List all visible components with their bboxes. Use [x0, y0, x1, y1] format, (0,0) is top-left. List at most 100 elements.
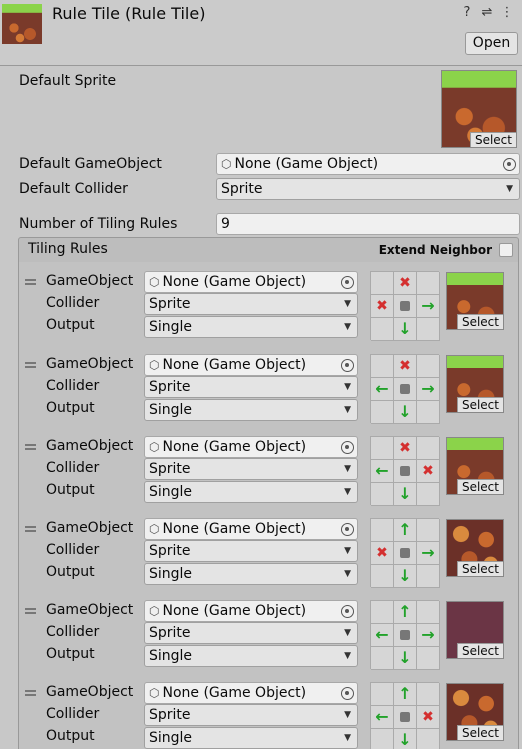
- neighbor-cell[interactable]: ←: [371, 624, 394, 647]
- rule-collider-dropdown[interactable]: Sprite ▼: [144, 458, 358, 480]
- rule-sprite-select-button[interactable]: Select: [456, 314, 503, 329]
- neighbor-cell[interactable]: ✖: [394, 355, 417, 378]
- neighbor-cell[interactable]: [371, 729, 394, 749]
- neighbor-cell[interactable]: ✖: [394, 272, 417, 295]
- object-picker-icon[interactable]: [341, 276, 354, 289]
- neighbor-cell[interactable]: [417, 318, 440, 341]
- rule-collider-dropdown[interactable]: Sprite ▼: [144, 376, 358, 398]
- neighbor-cell[interactable]: [417, 272, 440, 295]
- rule-gameobject-field[interactable]: ⬡ None (Game Object): [144, 271, 358, 293]
- rule-output-dropdown[interactable]: Single ▼: [144, 399, 358, 421]
- neighbor-cell[interactable]: [394, 460, 417, 483]
- default-sprite-field[interactable]: Select: [441, 70, 517, 148]
- neighbor-cell[interactable]: ←: [371, 460, 394, 483]
- more-icon[interactable]: ⋮: [500, 5, 514, 20]
- default-sprite-select-button[interactable]: Select: [469, 132, 516, 147]
- default-gameobject-field[interactable]: ⬡ None (Game Object): [216, 153, 520, 175]
- neighbor-cell[interactable]: [417, 683, 440, 706]
- neighbor-cell[interactable]: ↑: [394, 601, 417, 624]
- neighbor-cell[interactable]: ↓: [394, 483, 417, 506]
- default-collider-dropdown[interactable]: Sprite ▼: [216, 178, 520, 200]
- drag-handle-icon[interactable]: [25, 362, 36, 368]
- neighbor-cell[interactable]: ↓: [394, 318, 417, 341]
- neighbor-cell[interactable]: ✖: [371, 542, 394, 565]
- neighbor-cell[interactable]: [371, 272, 394, 295]
- neighbor-cell[interactable]: [417, 401, 440, 424]
- neighbor-cell[interactable]: ↓: [394, 401, 417, 424]
- drag-handle-icon[interactable]: [25, 279, 36, 285]
- neighbor-cell[interactable]: →: [417, 295, 440, 318]
- neighbor-cell[interactable]: [394, 295, 417, 318]
- neighbor-cell[interactable]: →: [417, 624, 440, 647]
- neighbor-cell[interactable]: ↑: [394, 683, 417, 706]
- drag-handle-icon[interactable]: [25, 444, 36, 450]
- open-button[interactable]: Open: [465, 32, 518, 55]
- rule-sprite-select-button[interactable]: Select: [456, 725, 503, 740]
- drag-handle-icon[interactable]: [25, 608, 36, 614]
- neighbor-cell[interactable]: [371, 647, 394, 670]
- object-picker-icon[interactable]: [341, 605, 354, 618]
- extend-neighbor-checkbox[interactable]: [499, 243, 513, 257]
- neighbor-cell[interactable]: [394, 706, 417, 729]
- rule-sprite-field[interactable]: Select: [446, 355, 504, 413]
- neighbor-cell[interactable]: [371, 437, 394, 460]
- neighbor-cell[interactable]: [417, 647, 440, 670]
- neighbor-grid[interactable]: ✖ ← → ↓: [370, 354, 440, 424]
- object-picker-icon[interactable]: [341, 359, 354, 372]
- neighbor-grid[interactable]: ✖ ✖ → ↓: [370, 271, 440, 341]
- neighbor-cell[interactable]: ✖: [394, 437, 417, 460]
- rule-gameobject-field[interactable]: ⬡ None (Game Object): [144, 600, 358, 622]
- rule-output-dropdown[interactable]: Single ▼: [144, 645, 358, 667]
- neighbor-cell[interactable]: ←: [371, 706, 394, 729]
- rule-sprite-select-button[interactable]: Select: [456, 561, 503, 576]
- neighbor-cell[interactable]: ↓: [394, 729, 417, 749]
- neighbor-cell[interactable]: [371, 355, 394, 378]
- neighbor-cell[interactable]: ✖: [417, 706, 440, 729]
- neighbor-grid[interactable]: ✖ ← ✖ ↓: [370, 436, 440, 506]
- neighbor-cell[interactable]: [417, 729, 440, 749]
- neighbor-cell[interactable]: [417, 355, 440, 378]
- neighbor-grid[interactable]: ↑ ← ✖ ↓: [370, 682, 440, 749]
- neighbor-cell[interactable]: [394, 624, 417, 647]
- rule-sprite-select-button[interactable]: Select: [456, 643, 503, 658]
- neighbor-cell[interactable]: [394, 542, 417, 565]
- rule-sprite-select-button[interactable]: Select: [456, 479, 503, 494]
- drag-handle-icon[interactable]: [25, 526, 36, 532]
- neighbor-cell[interactable]: [417, 519, 440, 542]
- help-icon[interactable]: ?: [460, 5, 474, 20]
- neighbor-cell[interactable]: [371, 601, 394, 624]
- object-picker-icon[interactable]: [341, 687, 354, 700]
- neighbor-cell[interactable]: →: [417, 378, 440, 401]
- rule-collider-dropdown[interactable]: Sprite ▼: [144, 293, 358, 315]
- rule-output-dropdown[interactable]: Single ▼: [144, 481, 358, 503]
- neighbor-cell[interactable]: [417, 565, 440, 588]
- neighbor-cell[interactable]: [417, 601, 440, 624]
- neighbor-cell[interactable]: [394, 378, 417, 401]
- object-picker-icon[interactable]: [341, 441, 354, 454]
- rule-sprite-field[interactable]: Select: [446, 601, 504, 659]
- object-picker-icon[interactable]: [341, 523, 354, 536]
- rule-output-dropdown[interactable]: Single ▼: [144, 563, 358, 585]
- neighbor-cell[interactable]: ✖: [417, 460, 440, 483]
- rule-sprite-field[interactable]: Select: [446, 519, 504, 577]
- neighbor-grid[interactable]: ↑ ← → ↓: [370, 600, 440, 670]
- neighbor-cell[interactable]: →: [417, 542, 440, 565]
- tiling-rules-count-input[interactable]: 9: [216, 213, 520, 235]
- rule-gameobject-field[interactable]: ⬡ None (Game Object): [144, 682, 358, 704]
- neighbor-cell[interactable]: [371, 318, 394, 341]
- rule-gameobject-field[interactable]: ⬡ None (Game Object): [144, 354, 358, 376]
- neighbor-cell[interactable]: ↓: [394, 647, 417, 670]
- presets-icon[interactable]: ⇌: [480, 5, 494, 20]
- neighbor-cell[interactable]: ✖: [371, 295, 394, 318]
- rule-sprite-select-button[interactable]: Select: [456, 397, 503, 412]
- rule-collider-dropdown[interactable]: Sprite ▼: [144, 622, 358, 644]
- neighbor-grid[interactable]: ↑ ✖ → ↓: [370, 518, 440, 588]
- rule-gameobject-field[interactable]: ⬡ None (Game Object): [144, 436, 358, 458]
- neighbor-cell[interactable]: [371, 401, 394, 424]
- rule-sprite-field[interactable]: Select: [446, 683, 504, 741]
- neighbor-cell[interactable]: [417, 437, 440, 460]
- rule-collider-dropdown[interactable]: Sprite ▼: [144, 540, 358, 562]
- neighbor-cell[interactable]: [371, 565, 394, 588]
- neighbor-cell[interactable]: [371, 519, 394, 542]
- drag-handle-icon[interactable]: [25, 690, 36, 696]
